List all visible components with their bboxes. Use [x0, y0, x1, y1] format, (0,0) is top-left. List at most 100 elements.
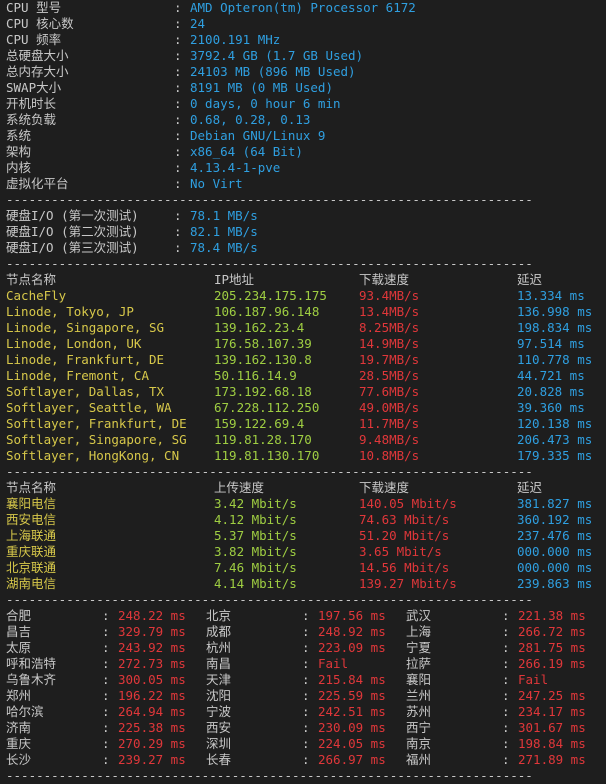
- latency: 239.863 ms: [517, 576, 593, 591]
- disk-io-row: 硬盘I/O (第二次测试):82.1 MB/s: [6, 224, 600, 240]
- download-table-row: Softlayer, Frankfurt, DE 159.122.69.4 11.7…: [6, 416, 600, 432]
- info-label: SWAP大小: [6, 80, 62, 95]
- ping-row: 呼和浩特:272.73 ms 南昌: Fail 拉萨:266.19 ms: [6, 656, 600, 672]
- download-speed: 28.5MB/s: [359, 368, 420, 383]
- download-table-row: CacheFly 205.234.175.175 93.4MB/s 13.334 ms: [6, 288, 600, 304]
- ping-value: 270.29 ms: [118, 736, 186, 751]
- ping-value: 221.38 ms: [518, 608, 586, 623]
- upload-speed: 4.12 Mbit/s: [214, 512, 297, 527]
- ping-row: 哈尔滨:264.94 ms 宁波:242.51 ms 苏州:234.17 ms: [6, 704, 600, 720]
- ping-row: 太原:243.92 ms 杭州:223.09 ms 宁夏:281.75 ms: [6, 640, 600, 656]
- column-header: 节点名称: [6, 480, 57, 495]
- colon-separator: :: [174, 80, 182, 95]
- city-name: 武汉: [406, 608, 432, 623]
- ping-value: 266.19 ms: [518, 656, 586, 671]
- colon-separator: :: [302, 704, 310, 719]
- colon-separator: :: [102, 640, 110, 655]
- colon-separator: :: [502, 640, 510, 655]
- download-speed: 140.05 Mbit/s: [359, 496, 457, 511]
- latency: 44.721 ms: [517, 368, 585, 383]
- china-table-header: 节点名称 上传速度 下载速度 延迟: [6, 480, 600, 496]
- colon-separator: :: [102, 608, 110, 623]
- colon-separator: :: [102, 688, 110, 703]
- download-table-row: Linode, Frankfurt, DE 139.162.130.8 19.7MB…: [6, 352, 600, 368]
- china-table-row: 上海联通 5.37 Mbit/s 51.20 Mbit/s 237.476 ms: [6, 528, 600, 544]
- ping-value: 224.05 ms: [318, 736, 386, 751]
- ip-address: 50.116.14.9: [214, 368, 297, 383]
- ping-row: 长沙:239.27 ms 长春:266.97 ms 福州:271.89 ms: [6, 752, 600, 768]
- ping-value: 248.92 ms: [318, 624, 386, 639]
- ping-value: 264.94 ms: [118, 704, 186, 719]
- colon-separator: :: [174, 112, 182, 127]
- system-info-row: CPU 核心数:24: [6, 16, 600, 32]
- colon-separator: :: [502, 752, 510, 767]
- info-label: CPU 频率: [6, 32, 62, 47]
- city-name: 乌鲁木齐: [6, 672, 57, 687]
- node-name: Linode, Tokyo, JP: [6, 304, 134, 319]
- info-label: 架构: [6, 144, 32, 159]
- system-info-row: 开机时长:0 days, 0 hour 6 min: [6, 96, 600, 112]
- ping-value: 301.67 ms: [518, 720, 586, 735]
- node-name: 上海联通: [6, 528, 57, 543]
- download-speed: 14.56 Mbit/s: [359, 560, 450, 575]
- colon-separator: :: [302, 688, 310, 703]
- ping-value: 266.72 ms: [518, 624, 586, 639]
- city-name: 上海: [406, 624, 432, 639]
- colon-separator: :: [502, 736, 510, 751]
- column-header: 上传速度: [214, 480, 265, 495]
- colon-separator: :: [302, 720, 310, 735]
- io-value: 78.1 MB/s: [190, 208, 258, 223]
- info-value: 24: [190, 16, 206, 31]
- node-name: Linode, London, UK: [6, 336, 142, 351]
- info-value: 0.68, 0.28, 0.13: [190, 112, 311, 127]
- colon-separator: :: [174, 144, 182, 159]
- ip-address: 176.58.107.39: [214, 336, 312, 351]
- colon-separator: :: [502, 608, 510, 623]
- colon-separator: :: [174, 96, 182, 111]
- city-name: 合肥: [6, 608, 32, 623]
- colon-separator: :: [174, 176, 182, 191]
- ping-value: 239.27 ms: [118, 752, 186, 767]
- city-name: 重庆: [6, 736, 32, 751]
- info-value: 4.13.4-1-pve: [190, 160, 281, 175]
- column-header: IP地址: [214, 272, 255, 287]
- latency: 360.192 ms: [517, 512, 593, 527]
- city-name: 济南: [6, 720, 32, 735]
- ip-address: 139.162.23.4: [214, 320, 305, 335]
- city-name: 襄阳: [406, 672, 432, 687]
- system-info-row: 总硬盘大小:3792.4 GB (1.7 GB Used): [6, 48, 600, 64]
- terminal-output: CPU 型号: AMD Opteron(tm) Processor 6172 CPU…: [0, 0, 606, 784]
- info-label: 虚拟化平台: [6, 176, 69, 191]
- node-name: 重庆联通: [6, 544, 57, 559]
- info-label: 内核: [6, 160, 32, 175]
- ping-value: 281.75 ms: [518, 640, 586, 655]
- ip-address: 159.122.69.4: [214, 416, 305, 431]
- ping-value: 225.59 ms: [318, 688, 386, 703]
- city-name: 西宁: [406, 720, 432, 735]
- city-name: 昌吉: [6, 624, 32, 639]
- download-speed: 10.8MB/s: [359, 448, 420, 463]
- city-name: 宁夏: [406, 640, 432, 655]
- ping-row: 济南:225.38 ms 西安:230.09 ms 西宁:301.67 ms: [6, 720, 600, 736]
- upload-speed: 7.46 Mbit/s: [214, 560, 297, 575]
- ping-row: 合肥:248.22 ms 北京:197.56 ms 武汉:221.38 ms: [6, 608, 600, 624]
- city-name: 苏州: [406, 704, 432, 719]
- io-label: 硬盘I/O (第二次测试): [6, 224, 139, 239]
- separator-2: ----------------------------------------…: [6, 256, 533, 271]
- download-speed: 8.25MB/s: [359, 320, 420, 335]
- ping-value: 230.09 ms: [318, 720, 386, 735]
- city-name: 拉萨: [406, 656, 432, 671]
- ping-value: 197.56 ms: [318, 608, 386, 623]
- ping-value: 266.97 ms: [318, 752, 386, 767]
- latency: 120.138 ms: [517, 416, 593, 431]
- io-label: 硬盘I/O (第三次测试): [6, 240, 139, 255]
- china-speed-table: 节点名称 上传速度 下载速度 延迟 襄阳电信 3.42 Mbit/s 140.05 Mbit…: [6, 480, 600, 592]
- city-name: 呼和浩特: [6, 656, 57, 671]
- upload-speed: 4.14 Mbit/s: [214, 576, 297, 591]
- download-speed-table: 节点名称 IP地址 下载速度 延迟 CacheFly 205.234.175.175 93.…: [6, 272, 600, 464]
- download-speed: 11.7MB/s: [359, 416, 420, 431]
- system-info-row: SWAP大小:8191 MB (0 MB Used): [6, 80, 600, 96]
- download-table-row: Linode, London, UK 176.58.107.39 14.9MB/s 9…: [6, 336, 600, 352]
- latency: 110.778 ms: [517, 352, 593, 367]
- download-table-row: Softlayer, Singapore, SG 119.81.28.170 9.4…: [6, 432, 600, 448]
